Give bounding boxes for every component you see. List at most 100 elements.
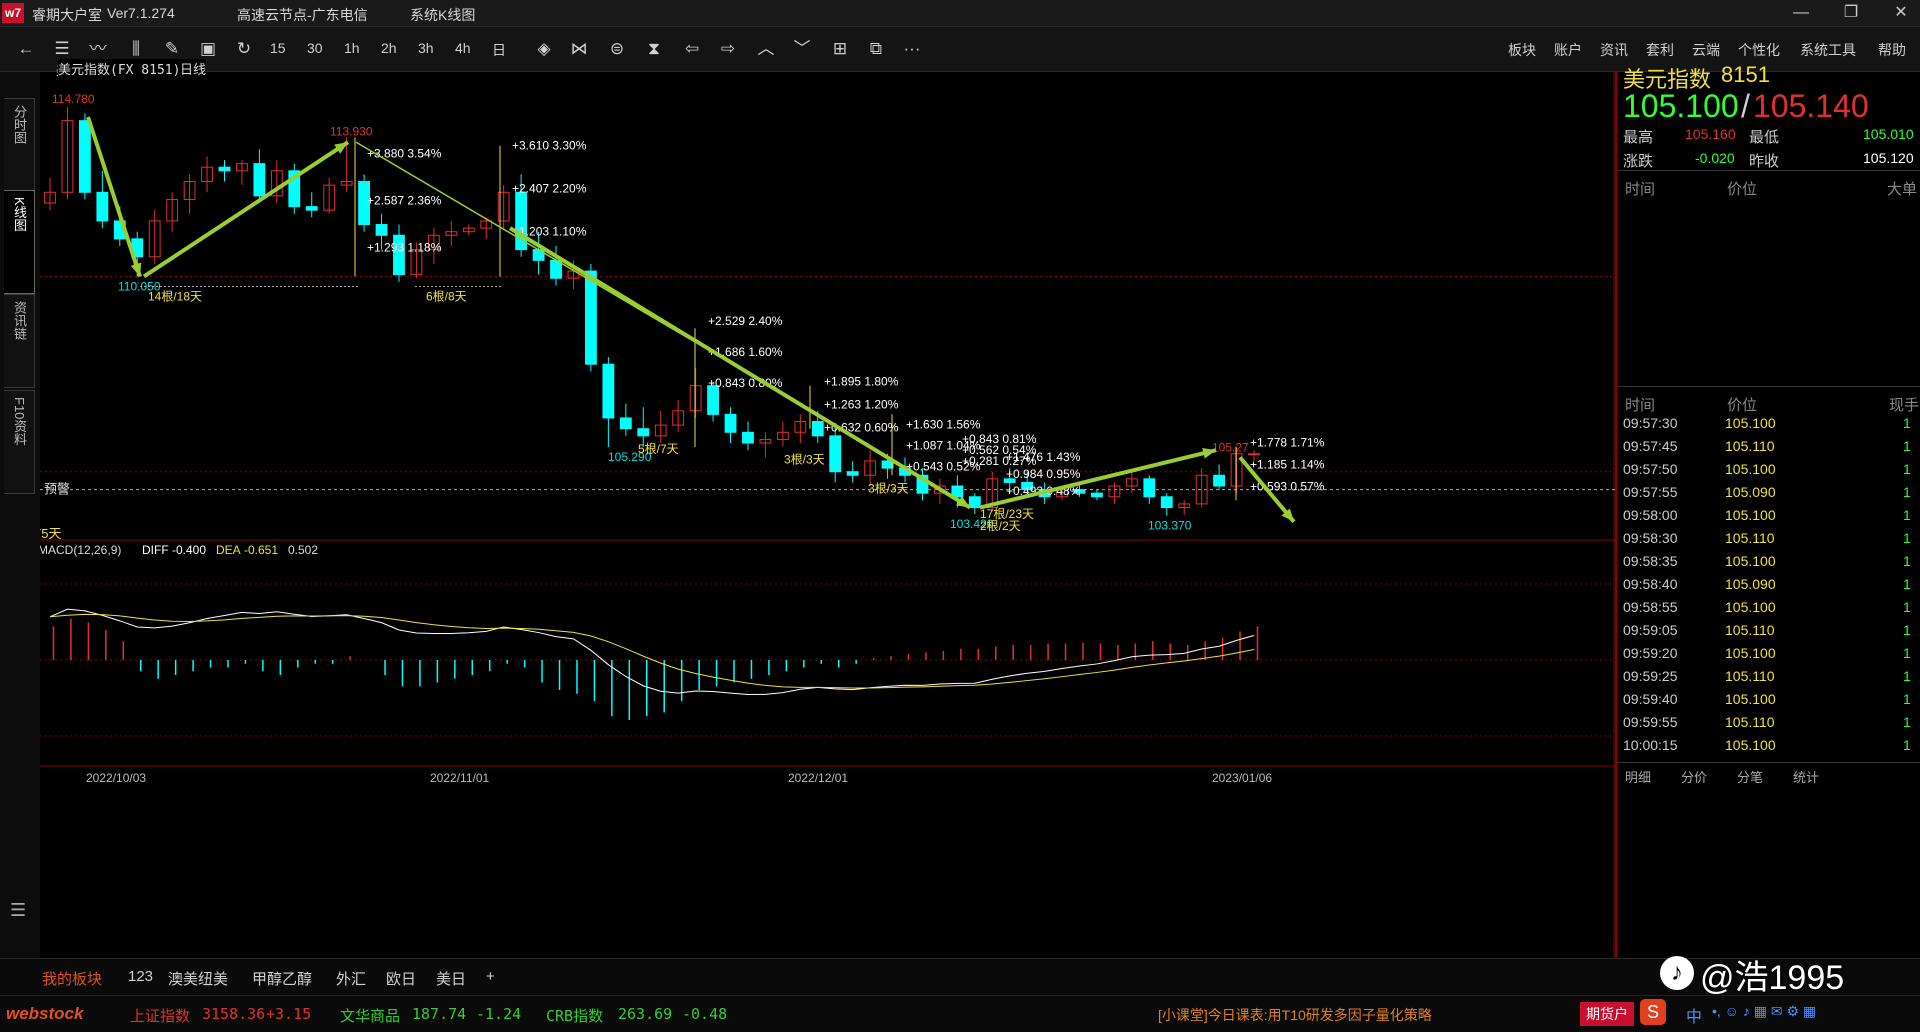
bars-count-label: 75天 <box>40 526 61 541</box>
tab-news-chain[interactable]: 资讯链 <box>4 294 35 388</box>
tick-price: 105.110 <box>1725 622 1775 638</box>
span-label-2: 6根/8天 <box>426 289 467 303</box>
x-axis-label: 2022/11/01 <box>430 771 489 785</box>
menu-item-7[interactable]: 帮助 <box>1878 40 1906 60</box>
tick-tab-1[interactable]: 分价 <box>1681 767 1707 786</box>
period-button-2[interactable]: 1h <box>344 40 360 56</box>
high-label-1: 114.780 <box>52 92 95 106</box>
menu-item-2[interactable]: 资讯 <box>1600 40 1628 60</box>
candle <box>846 471 859 476</box>
tick-row: 10:00:15 105.100 1 <box>1617 734 1920 757</box>
tick-price: 105.100 <box>1725 691 1776 707</box>
tab-label: 资讯链 <box>12 301 27 340</box>
index-value: 187.74 <box>412 1005 467 1023</box>
col-big-order: 大单 <box>1887 181 1918 198</box>
high-label-2: 113.930 <box>330 124 373 138</box>
tick-row: 09:57:50 105.100 1 <box>1617 458 1920 481</box>
fib-label: +1.185 1.14% <box>1250 458 1325 472</box>
minimize-icon[interactable]: — <box>1786 2 1816 24</box>
period-button-4[interactable]: 3h <box>418 40 434 56</box>
bottom-tab-7[interactable]: + <box>486 968 495 985</box>
ime-tools-icon[interactable]: •, ☺ ♪ ▦ ✉ ⚙ ▦ <box>1712 1003 1816 1020</box>
index-name: CRB指数 <box>546 1007 604 1025</box>
tick-time: 09:58:00 <box>1623 507 1678 523</box>
bottom-tab-4[interactable]: 外汇 <box>336 968 366 989</box>
index-change: -0.48 <box>682 1005 728 1023</box>
candle <box>724 413 737 433</box>
tick-tab-0[interactable]: 明细 <box>1625 767 1651 786</box>
back-icon[interactable]: ← <box>12 37 40 61</box>
index-value: 263.69 <box>618 1005 673 1023</box>
tab-label: F10资料 <box>12 397 27 446</box>
tick-tab-3[interactable]: 统计 <box>1793 767 1819 786</box>
menu-item-5[interactable]: 个性化 <box>1738 40 1780 60</box>
tick-row: 09:59:20 105.100 1 <box>1617 642 1920 665</box>
status-bar: webstock 上证指数 3158.36 +3.15 文华商品 187.74 -1.24… <box>0 995 1920 1032</box>
server-name: 高速云节点-广东电信 <box>237 7 368 23</box>
candle <box>707 385 719 415</box>
tick-row: 09:58:35 105.100 1 <box>1617 550 1920 573</box>
period-button-5[interactable]: 4h <box>455 40 471 56</box>
span-label-7: 2根/2天 <box>980 519 1021 533</box>
period-button-6[interactable]: 日 <box>492 40 506 60</box>
x-axis-label: 2022/10/03 <box>86 771 146 785</box>
fib-label: +1.895 1.80% <box>824 375 899 389</box>
kline-chart-svg[interactable]: 预警114.780110.050113.930105.290103.420 103… <box>34 72 1615 958</box>
menu-item-1[interactable]: 账户 <box>1554 40 1582 60</box>
menu-item-0[interactable]: 板块 <box>1508 40 1536 60</box>
candle <box>1091 492 1103 498</box>
bottom-tab-5[interactable]: 欧日 <box>386 968 416 989</box>
period-button-1[interactable]: 30 <box>307 40 323 56</box>
tick-row: 09:58:30 105.110 1 <box>1617 527 1920 550</box>
fib-label: +0.984 0.95% <box>1006 467 1081 481</box>
alert-label: 预警 <box>44 482 70 497</box>
ime-logo-icon: S <box>1640 999 1666 1025</box>
menu-item-4[interactable]: 云端 <box>1692 40 1720 60</box>
menu-item-6[interactable]: 系统工具 <box>1800 40 1856 60</box>
span-label-5: 3根/3天 <box>868 481 909 495</box>
bottom-tab-3[interactable]: 甲醇乙醇 <box>252 968 312 989</box>
index-name: 上证指数 <box>130 1007 191 1025</box>
tick-time: 09:59:25 <box>1623 668 1678 684</box>
news-ticker[interactable]: [小课堂]今日课表:用T10研发多因子量化策略 <box>1158 1005 1432 1025</box>
tick-time: 09:59:05 <box>1623 622 1678 638</box>
span-label-1: 14根/18天 <box>148 289 202 303</box>
tab-f10[interactable]: F10资料 <box>4 390 35 494</box>
app-logo-icon: w7 <box>2 3 24 23</box>
kline-chart-area[interactable]: 预警 114.780 110.050 113.930 105.290 103.420 103… <box>34 64 1615 958</box>
candle <box>619 417 632 430</box>
macd-dea-value: -0.651 <box>244 543 278 557</box>
tick-time: 09:58:30 <box>1623 530 1678 546</box>
tick-time: 09:57:55 <box>1623 484 1678 500</box>
tick-time: 09:57:30 <box>1623 415 1678 431</box>
tick-tab-2[interactable]: 分笔 <box>1737 767 1763 786</box>
menu-item-3[interactable]: 套利 <box>1646 40 1674 60</box>
tick-price: 105.100 <box>1725 507 1776 523</box>
bottom-tab-0[interactable]: 我的板块 <box>42 968 102 989</box>
account-button[interactable]: 期货户 <box>1580 1002 1634 1026</box>
tick-time: 10:00:15 <box>1623 737 1678 753</box>
tick-time: 09:58:35 <box>1623 553 1678 569</box>
ime-mode[interactable]: 中 <box>1686 1003 1702 1027</box>
chart-period-select[interactable]: 日线 <box>180 59 207 78</box>
menu-icon[interactable]: ☰ <box>10 900 26 921</box>
close-icon[interactable]: ✕ <box>1886 2 1916 24</box>
tick-time: 09:58:40 <box>1623 576 1678 592</box>
tick-row: 09:59:55 105.110 1 <box>1617 711 1920 734</box>
bottom-tab-6[interactable]: 美日 <box>436 968 466 989</box>
tick-price: 105.090 <box>1725 484 1776 500</box>
restore-icon[interactable]: ❐ <box>1836 2 1866 24</box>
tick-row: 09:57:55 105.090 1 <box>1617 481 1920 504</box>
tab-time-chart[interactable]: 分时图 <box>4 98 35 192</box>
period-button-3[interactable]: 2h <box>381 40 397 56</box>
bottom-tab-2[interactable]: 澳美纽美 <box>168 968 228 989</box>
prev-close-value: 105.120 <box>1863 150 1914 166</box>
candle <box>637 428 650 437</box>
macd-diff-label: DIFF <box>142 543 169 557</box>
candle <box>968 496 981 509</box>
period-button-0[interactable]: 15 <box>270 40 286 56</box>
tab-kline[interactable]: K线图 <box>4 190 35 294</box>
candle <box>305 206 318 211</box>
candle <box>602 363 615 419</box>
bottom-tab-1[interactable]: 123 <box>128 968 153 985</box>
